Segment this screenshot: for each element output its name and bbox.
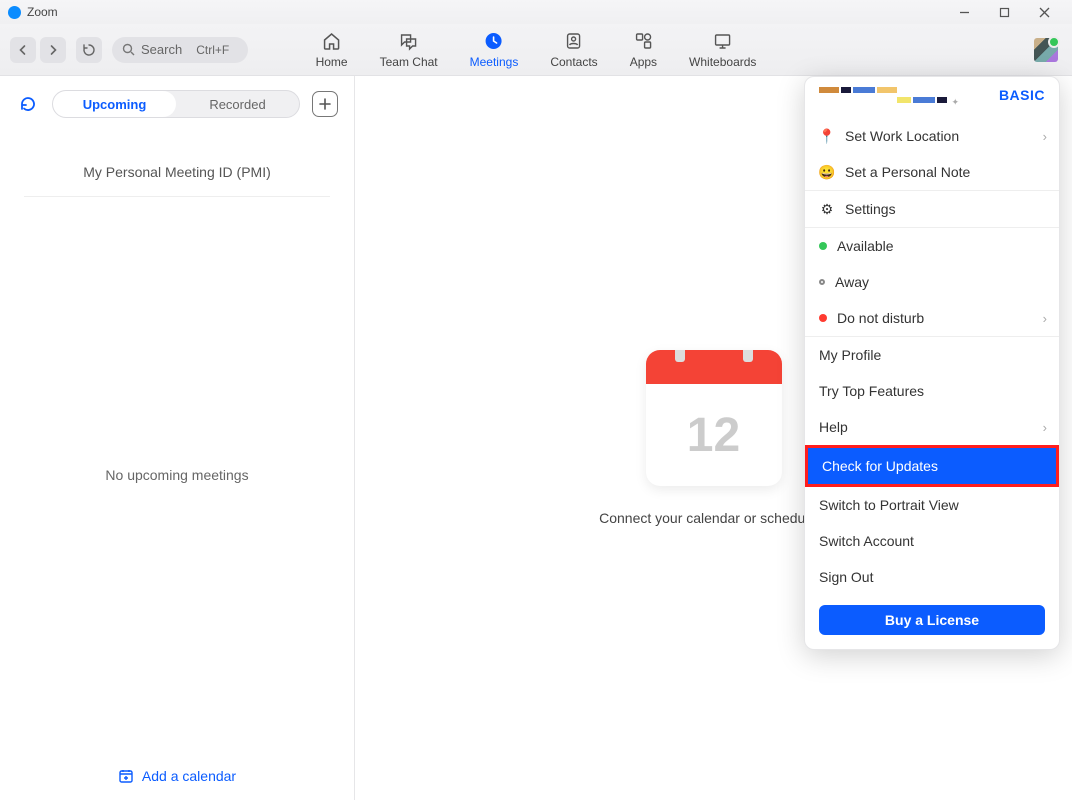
back-button[interactable] xyxy=(10,37,36,63)
sidebar: Upcoming Recorded My Personal Meeting ID… xyxy=(0,76,355,800)
chevron-right-icon: › xyxy=(1043,311,1047,326)
no-meetings-label: No upcoming meetings xyxy=(0,197,354,752)
menu-check-updates[interactable]: Check for Updates xyxy=(805,445,1059,487)
connect-calendar-text: Connect your calendar or schedule a xyxy=(599,510,828,526)
pmi-row[interactable]: My Personal Meeting ID (PMI) xyxy=(0,124,354,196)
nav-apps[interactable]: Apps xyxy=(630,31,657,69)
nav-whiteboards[interactable]: Whiteboards xyxy=(689,31,756,69)
menu-top-features[interactable]: Try Top Features xyxy=(805,373,1059,409)
apps-icon xyxy=(633,31,653,51)
menu-set-work-location[interactable]: 📍 Set Work Location › xyxy=(805,118,1059,154)
status-away-dot xyxy=(819,279,825,285)
chat-icon xyxy=(399,31,419,51)
profile-image-placeholder xyxy=(819,87,999,93)
status-dnd-dot xyxy=(819,314,827,322)
menu-status-away[interactable]: Away xyxy=(805,264,1059,300)
location-icon: 📍 xyxy=(819,128,835,144)
chevron-right-icon: › xyxy=(1043,129,1047,144)
calendar-illustration: 12 xyxy=(646,350,782,486)
add-meeting-button[interactable] xyxy=(312,91,338,117)
search-shortcut: Ctrl+F xyxy=(196,43,229,57)
calendar-add-icon xyxy=(118,768,134,784)
gear-icon: ⚙ xyxy=(819,201,835,217)
refresh-button[interactable] xyxy=(16,92,40,116)
smile-icon: 😀 xyxy=(819,164,835,180)
account-badge: BASIC xyxy=(999,87,1045,103)
menu-portrait-view[interactable]: Switch to Portrait View xyxy=(805,487,1059,523)
nav-meetings[interactable]: Meetings xyxy=(470,31,519,69)
menu-my-profile[interactable]: My Profile xyxy=(805,337,1059,373)
maximize-button[interactable] xyxy=(984,0,1024,24)
menu-status-dnd[interactable]: Do not disturb › xyxy=(805,300,1059,336)
nav-home[interactable]: Home xyxy=(316,31,348,69)
window-title: Zoom xyxy=(27,5,58,19)
calendar-day: 12 xyxy=(646,384,782,486)
nav-team-chat[interactable]: Team Chat xyxy=(380,31,438,69)
whiteboards-icon xyxy=(713,31,733,51)
add-calendar-link[interactable]: Add a calendar xyxy=(0,752,354,800)
contacts-icon xyxy=(564,31,584,51)
search-icon xyxy=(122,43,135,56)
menu-status-available[interactable]: Available xyxy=(805,228,1059,264)
toolbar: Search Ctrl+F Home Team Chat Meetings Co… xyxy=(0,24,1072,76)
tab-recorded[interactable]: Recorded xyxy=(176,91,299,117)
buy-license-button[interactable]: Buy a License xyxy=(819,605,1045,635)
forward-button[interactable] xyxy=(40,37,66,63)
search-input[interactable]: Search Ctrl+F xyxy=(112,37,248,63)
titlebar: Zoom xyxy=(0,0,1072,24)
search-label: Search xyxy=(141,42,182,57)
menu-sign-out[interactable]: Sign Out xyxy=(805,559,1059,595)
profile-avatar[interactable] xyxy=(1034,38,1058,62)
close-button[interactable] xyxy=(1024,0,1064,24)
chevron-right-icon: › xyxy=(1043,420,1047,435)
menu-switch-account[interactable]: Switch Account xyxy=(805,523,1059,559)
menu-settings[interactable]: ⚙ Settings xyxy=(805,191,1059,227)
nav-contacts[interactable]: Contacts xyxy=(550,31,597,69)
history-button[interactable] xyxy=(76,37,102,63)
main-nav: Home Team Chat Meetings Contacts Apps Wh… xyxy=(316,31,757,69)
minimize-button[interactable] xyxy=(944,0,984,24)
menu-help[interactable]: Help › xyxy=(805,409,1059,445)
menu-personal-note[interactable]: 😀 Set a Personal Note xyxy=(805,154,1059,190)
meetings-icon xyxy=(485,31,503,51)
home-icon xyxy=(322,31,342,51)
segmented-control: Upcoming Recorded xyxy=(52,90,300,118)
profile-menu: BASIC ✦ 📍 Set Work Location › 😀 Set a Pe… xyxy=(804,76,1060,650)
tab-upcoming[interactable]: Upcoming xyxy=(53,91,176,117)
zoom-app-icon xyxy=(8,6,21,19)
status-available-dot xyxy=(819,242,827,250)
